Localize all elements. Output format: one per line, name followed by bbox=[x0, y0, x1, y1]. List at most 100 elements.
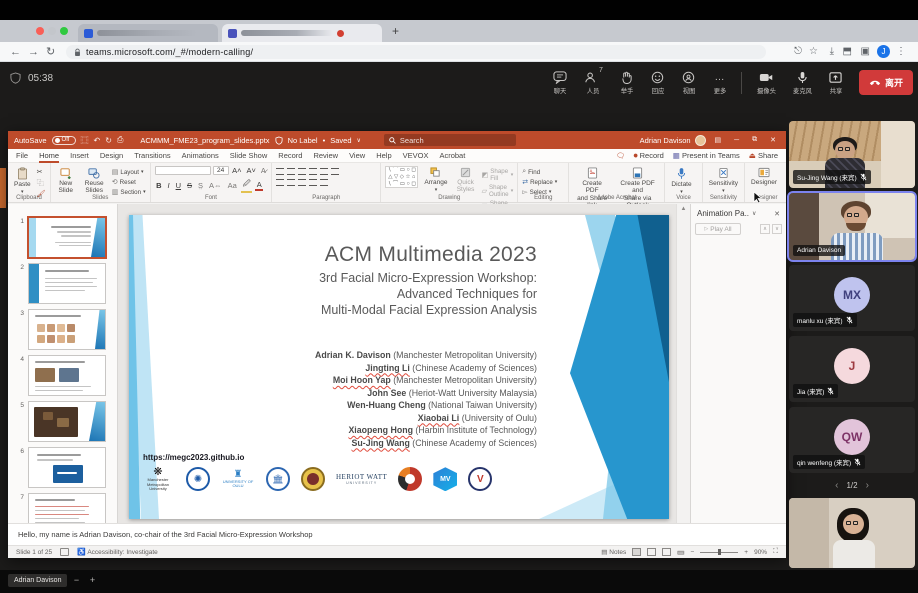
raise-hand-button[interactable]: 举手 bbox=[611, 64, 642, 96]
shape-fill-button[interactable]: ◩Shape Fill▾ bbox=[482, 168, 514, 182]
minimize-icon[interactable]: ─ bbox=[730, 137, 743, 144]
arrange-button[interactable]: Arrange▾ bbox=[422, 166, 449, 194]
columns-button[interactable] bbox=[320, 179, 328, 186]
present-in-teams-action[interactable]: ▦ Present in Teams bbox=[673, 149, 740, 163]
camera-button[interactable]: 摄像头 bbox=[748, 64, 784, 96]
highlight-button[interactable]: 🖉 bbox=[241, 178, 252, 193]
current-slide[interactable]: ACM Multimedia 2023 3rd Facial Micro-Exp… bbox=[129, 215, 669, 519]
back-icon[interactable]: ← bbox=[10, 42, 21, 62]
thumbnail-row-2[interactable]: 2 bbox=[16, 263, 106, 304]
grow-font-button[interactable]: A˄ bbox=[231, 166, 243, 175]
layout-button[interactable]: ▤Layout▾ bbox=[112, 168, 146, 176]
browser-tab-1[interactable] bbox=[78, 24, 218, 42]
browser-tab-2-active[interactable] bbox=[222, 24, 382, 42]
saved-status[interactable]: Saved bbox=[330, 136, 351, 145]
share-button[interactable]: 共享 bbox=[820, 64, 851, 96]
reset-button[interactable]: ⟲Reset bbox=[112, 178, 146, 186]
cast-icon[interactable]: ⎋ bbox=[794, 42, 802, 62]
new-tab-button[interactable]: + bbox=[392, 24, 399, 38]
thumbnail-row-1[interactable]: 1 bbox=[16, 217, 106, 258]
align-right-button[interactable] bbox=[298, 179, 306, 186]
shrink-font-button[interactable]: A˅ bbox=[245, 166, 257, 175]
record-action[interactable]: ⏺ Record bbox=[634, 149, 664, 163]
align-left-button[interactable] bbox=[276, 179, 284, 186]
notes-pane[interactable]: Hello, my name is Adrian Davison, co-cha… bbox=[8, 523, 786, 545]
quick-styles-button[interactable]: Quick Styles bbox=[454, 166, 478, 194]
strikethrough-button[interactable]: S bbox=[186, 181, 194, 190]
line-spacing-button[interactable] bbox=[320, 168, 328, 175]
reload-icon[interactable]: ↻ bbox=[46, 42, 55, 62]
sensitivity-button[interactable]: Sensitivity▾ bbox=[707, 166, 740, 195]
ribbon-options-icon[interactable]: ▤ bbox=[711, 136, 726, 144]
restore-icon[interactable]: ⧉ bbox=[748, 136, 761, 144]
bookmark-star-icon[interactable]: ☆ bbox=[809, 42, 818, 62]
leave-button[interactable]: 离开 bbox=[859, 70, 913, 95]
move-later-button[interactable]: ∨ bbox=[772, 224, 782, 234]
slide-thumbnail[interactable] bbox=[28, 447, 106, 488]
move-earlier-button[interactable]: ∧ bbox=[760, 224, 770, 234]
sidebar-icon[interactable]: ▣ bbox=[861, 42, 870, 62]
find-button[interactable]: ⌕Find bbox=[522, 168, 557, 176]
font-color-button[interactable]: A bbox=[255, 180, 263, 191]
underline-button[interactable]: U bbox=[174, 181, 182, 190]
people-button[interactable]: 7 人员 bbox=[575, 64, 611, 96]
normal-view-icon[interactable] bbox=[632, 548, 641, 556]
bullets-button[interactable] bbox=[276, 168, 284, 175]
cut-button[interactable]: ✂ bbox=[37, 168, 46, 176]
slideshow-view-icon[interactable]: 🝙 bbox=[677, 545, 684, 559]
pane-chevron-icon[interactable]: ∨ bbox=[752, 210, 756, 217]
redo-icon[interactable]: ↻ bbox=[105, 136, 112, 145]
extensions-puzzle-icon[interactable]: ⬒ bbox=[843, 42, 852, 62]
forward-icon[interactable]: → bbox=[28, 42, 39, 62]
chat-button[interactable]: 聊天 bbox=[544, 64, 575, 96]
notes-toggle[interactable]: ▤ Notes bbox=[601, 548, 626, 556]
zoom-out-button[interactable]: − bbox=[690, 549, 694, 556]
text-shadow-button[interactable]: S̤ bbox=[197, 181, 205, 190]
menu-record[interactable]: Record bbox=[278, 149, 302, 163]
next-page-icon[interactable]: › bbox=[866, 480, 869, 491]
ppt-account[interactable]: Adrian Davison bbox=[640, 135, 706, 146]
zoom-percent[interactable]: 90% bbox=[754, 549, 767, 556]
zoom-slider[interactable] bbox=[700, 552, 738, 553]
avatar-tile-jia[interactable]: J Jia (来宾) bbox=[789, 336, 915, 402]
pane-close-icon[interactable]: ✕ bbox=[774, 210, 780, 218]
comments-icon[interactable]: 🗨 bbox=[616, 152, 625, 160]
menu-file[interactable]: File bbox=[16, 149, 28, 163]
justify-button[interactable] bbox=[309, 179, 317, 186]
url-field[interactable]: teams.microsoft.com/_#/modern-calling/ bbox=[66, 45, 766, 59]
zoom-in-button[interactable]: + bbox=[744, 549, 748, 556]
traffic-light-zoom[interactable] bbox=[60, 27, 68, 35]
canvas-scrollbar[interactable]: ▲ bbox=[676, 204, 690, 523]
saved-chevron-icon[interactable]: ∨ bbox=[357, 137, 361, 144]
menu-insert[interactable]: Insert bbox=[70, 149, 89, 163]
prev-page-icon[interactable]: ‹ bbox=[835, 480, 838, 491]
video-tile-sujing-wang[interactable]: Su-Jing Wang (来宾) bbox=[789, 121, 915, 188]
fit-slide-icon[interactable]: ⛶ bbox=[773, 548, 778, 556]
more-button[interactable]: … 更多 bbox=[704, 64, 735, 96]
ppt-search-box[interactable]: Search bbox=[384, 134, 516, 146]
avatar-tile-qin-wenfeng[interactable]: QW qin wenfeng (来宾) bbox=[789, 407, 915, 473]
traffic-light-minimize[interactable] bbox=[48, 27, 56, 35]
view-button[interactable]: 视图 bbox=[673, 64, 704, 96]
reuse-slides-button[interactable]: Reuse Slides bbox=[81, 166, 108, 195]
menu-design[interactable]: Design bbox=[100, 149, 123, 163]
browser-menu-icon[interactable]: ⋮ bbox=[896, 42, 906, 62]
slide-thumbnail[interactable] bbox=[28, 401, 106, 442]
slide-thumbnail-selected[interactable] bbox=[28, 217, 106, 258]
menu-slideshow[interactable]: Slide Show bbox=[230, 149, 268, 163]
zoom-in-button[interactable]: + bbox=[86, 574, 99, 587]
slide-thumbnail[interactable] bbox=[28, 263, 106, 304]
avatar-tile-manlu-xu[interactable]: MX manlu xu (来宾) bbox=[789, 265, 915, 331]
thumbnail-row-6[interactable]: 6 bbox=[16, 447, 106, 488]
react-button[interactable]: 回应 bbox=[642, 64, 673, 96]
sensitivity-label-text[interactable]: No Label bbox=[288, 136, 318, 145]
bold-button[interactable]: B bbox=[155, 181, 163, 190]
thumbnail-row-4[interactable]: 4 bbox=[16, 355, 106, 396]
slide-sorter-icon[interactable] bbox=[647, 548, 656, 556]
paste-button[interactable]: Paste▾ bbox=[12, 166, 33, 196]
profile-avatar[interactable]: J bbox=[877, 45, 890, 58]
display-settings-icon[interactable] bbox=[60, 548, 69, 556]
save-icon[interactable]: ⿴ bbox=[81, 135, 89, 146]
mic-button[interactable]: 麦克风 bbox=[784, 64, 820, 96]
indent-less-button[interactable] bbox=[298, 168, 306, 175]
